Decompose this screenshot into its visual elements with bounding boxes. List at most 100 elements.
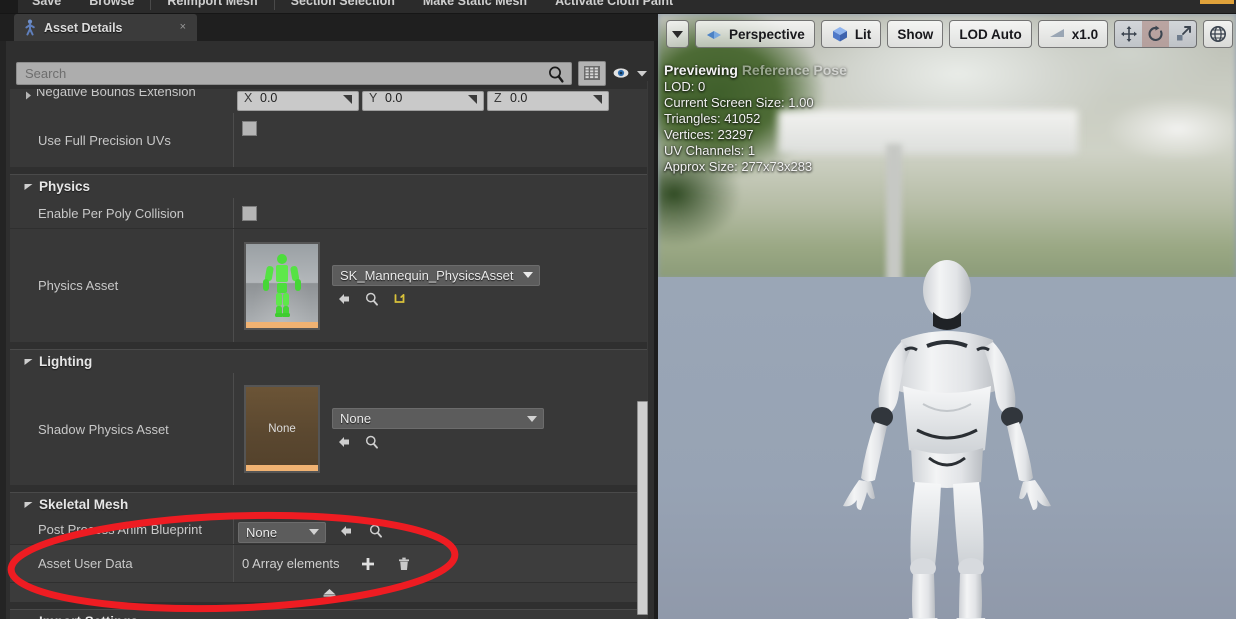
details-search-row [16, 60, 648, 86]
spinner-icon[interactable] [468, 95, 479, 106]
chevron-down-icon[interactable] [309, 529, 319, 535]
use-selected-icon[interactable] [338, 523, 354, 539]
section-header-lighting[interactable]: Lighting [10, 349, 648, 373]
viewport-gizmo-group [1114, 20, 1198, 48]
scale-gizmo-button[interactable] [1169, 21, 1196, 47]
chevron-down-icon[interactable] [24, 182, 33, 191]
shadow-physics-asset-combo[interactable]: None [332, 408, 544, 429]
viewport-lod-label: LOD Auto [959, 26, 1022, 42]
caret-glyph [637, 70, 647, 76]
viewport-show-menu-button[interactable]: Show [887, 20, 944, 48]
chevron-right-icon[interactable] [24, 91, 33, 100]
rotate-gizmo-button[interactable] [1142, 21, 1170, 47]
visibility-icon[interactable] [612, 63, 630, 83]
viewport-options-menu-button[interactable] [666, 20, 689, 48]
toolbar-activate-cloth-paint-button[interactable]: Activate Cloth Paint [541, 0, 687, 13]
enable-per-poly-collision-checkbox[interactable] [242, 205, 257, 221]
collapse-section-strip[interactable] [10, 583, 648, 603]
physics-asset-actions [332, 291, 540, 307]
thumbnail-accent-bar [246, 321, 318, 328]
chevron-down-icon[interactable] [24, 357, 33, 366]
toolbar-browse-button[interactable]: Browse [75, 0, 148, 13]
use-full-precision-uvs-checkbox[interactable] [242, 121, 257, 136]
row-physics-asset[interactable]: Physics Asset SK_Mannequin_PhysicsAsset [10, 229, 648, 343]
world-coordinate-icon [1210, 26, 1227, 42]
viewport-camera-mode-button[interactable]: Perspective [695, 20, 815, 48]
physics-asset-thumbnail[interactable] [244, 241, 320, 330]
viewport-coordinate-system-button[interactable] [1203, 20, 1234, 48]
translate-gizmo-button[interactable] [1115, 21, 1142, 47]
section-title: Import Settings [39, 614, 138, 619]
viewport-playback-speed-label: x1.0 [1071, 26, 1099, 42]
physics-asset-picker: SK_Mannequin_PhysicsAsset [332, 264, 541, 307]
row-shadow-physics-asset[interactable]: Shadow Physics Asset None None [10, 373, 648, 486]
search-box[interactable] [16, 61, 572, 85]
eye-glyph [613, 68, 629, 78]
skeletal-mesh-icon [25, 19, 35, 36]
row-negative-bounds-extension[interactable]: Negative Bounds Extension X 0.0 Y 0.0 Z … [10, 89, 648, 113]
viewport-view-mode-button[interactable]: Lit [820, 20, 882, 48]
vector-field-x[interactable]: X 0.0 [237, 91, 359, 111]
toolbar-section-selection-button[interactable]: Section Selection [277, 0, 409, 13]
post-process-anim-blueprint-combo[interactable]: None [238, 521, 326, 543]
scrollbar-track[interactable] [647, 81, 648, 401]
reset-icon[interactable] [392, 291, 408, 307]
chevron-down-icon[interactable] [636, 63, 648, 83]
mannequin-preview-mesh[interactable] [777, 254, 1117, 619]
physics-asset-combo[interactable]: SK_Mannequin_PhysicsAsset [332, 264, 541, 286]
chevron-down-icon[interactable] [24, 500, 33, 509]
row-value [233, 198, 648, 228]
application-window: Save Browse Reimport Mesh Section Select… [0, 0, 1236, 619]
row-label: Negative Bounds Extension [36, 89, 196, 99]
viewport-show-label: Show [897, 26, 934, 42]
none-thumbnail[interactable]: None [244, 385, 320, 473]
row-label: Physics Asset [38, 278, 119, 293]
column-view-icon[interactable] [578, 60, 606, 86]
toolbar-separator [150, 0, 152, 10]
physics-body-glyph [263, 253, 301, 317]
browse-icon[interactable] [364, 291, 380, 307]
scale-icon [1176, 26, 1191, 41]
skeletal-mesh-viewport[interactable]: Perspective Lit Show LOD Auto x1.0 Previ… [658, 14, 1236, 619]
delete-icon[interactable] [396, 556, 412, 572]
close-icon[interactable]: × [177, 20, 189, 35]
toolbar-accent-marker [1200, 0, 1234, 4]
viewport-playback-speed-button[interactable]: x1.0 [1037, 20, 1109, 48]
section-header-import-settings[interactable]: Import Settings [10, 609, 648, 619]
shadow-physics-asset-actions [332, 434, 544, 450]
use-selected-icon[interactable] [336, 434, 352, 450]
browse-icon[interactable] [368, 523, 384, 539]
row-enable-per-poly-collision[interactable]: Enable Per Poly Collision [10, 198, 648, 229]
section-title: Skeletal Mesh [39, 497, 129, 512]
search-input[interactable] [17, 62, 571, 84]
use-selected-icon[interactable] [336, 291, 352, 307]
section-header-skeletal-mesh[interactable]: Skeletal Mesh [10, 492, 648, 516]
row-post-process-anim-blueprint[interactable]: Post Process Anim Blueprint None [10, 516, 648, 545]
row-use-full-precision-uvs[interactable]: Use Full Precision UVs [10, 113, 648, 168]
vector-field-z[interactable]: Z 0.0 [487, 91, 609, 111]
details-panel-scrollbar[interactable] [637, 401, 648, 615]
details-panel-body: Negative Bounds Extension X 0.0 Y 0.0 [0, 41, 658, 619]
toolbar-make-static-mesh-button[interactable]: Make Static Mesh [409, 0, 541, 13]
viewport-lod-button[interactable]: LOD Auto [949, 20, 1032, 48]
toolbar-save-button[interactable]: Save [18, 0, 75, 13]
tab-asset-details[interactable]: Asset Details × [14, 14, 197, 41]
rotate-icon [1148, 25, 1163, 42]
lit-cube-icon [832, 27, 847, 42]
panel-tab-bar: Asset Details × [0, 14, 658, 41]
chevron-down-icon [672, 30, 683, 38]
chevron-down-icon[interactable] [527, 415, 537, 422]
add-element-icon[interactable] [360, 556, 376, 572]
chevron-down-icon[interactable] [523, 272, 534, 278]
spinner-icon[interactable] [593, 95, 604, 106]
camera-perspective-icon [707, 31, 721, 39]
section-header-physics[interactable]: Physics [10, 174, 648, 198]
collapse-up-icon[interactable] [322, 588, 337, 597]
vector-field-y[interactable]: Y 0.0 [362, 91, 484, 111]
toolbar-reimport-mesh-button[interactable]: Reimport Mesh [153, 0, 271, 13]
search-icon[interactable] [547, 64, 565, 84]
browse-icon[interactable] [364, 434, 380, 450]
row-label: Shadow Physics Asset [38, 421, 169, 437]
row-asset-user-data[interactable]: Asset User Data 0 Array elements [10, 545, 648, 583]
spinner-icon[interactable] [343, 95, 354, 106]
